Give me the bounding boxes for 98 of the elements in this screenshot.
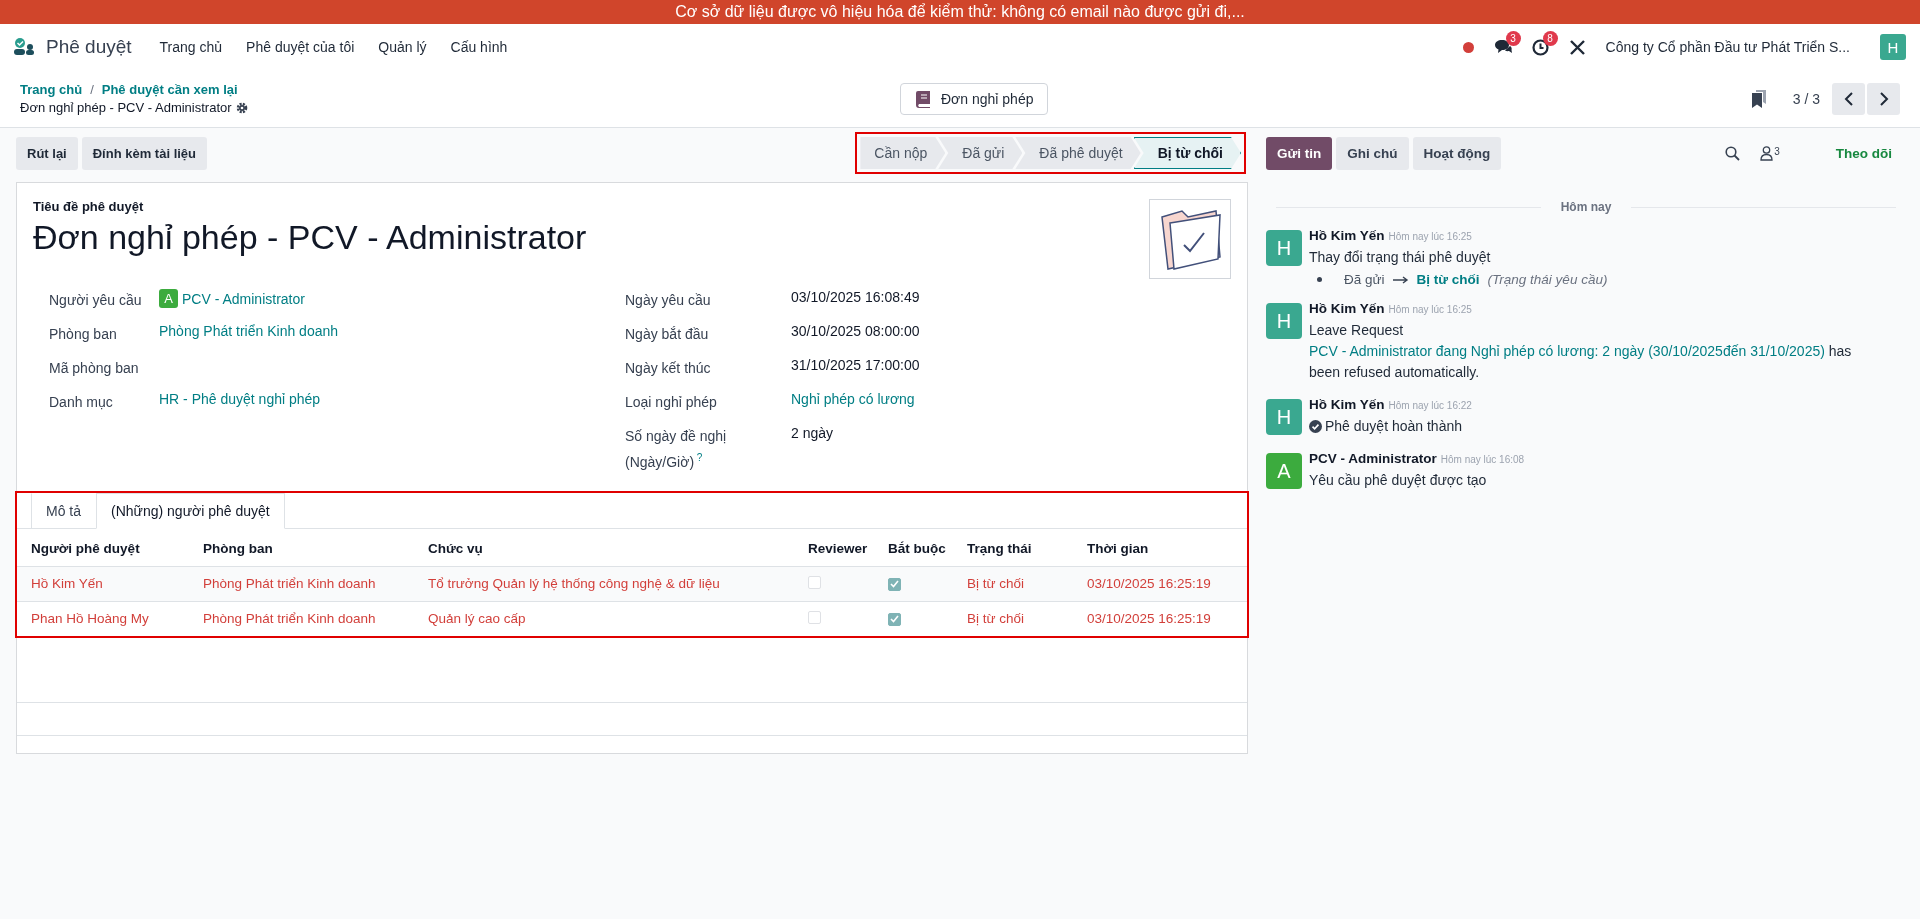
- search-icon[interactable]: [1725, 145, 1741, 161]
- book-icon: [915, 89, 931, 108]
- field-link[interactable]: HR - Phê duyệt nghỉ phép: [159, 391, 321, 407]
- message-text: Phê duyệt hoàn thành: [1325, 417, 1462, 436]
- field-name: (Trạng thái yêu cầu): [1487, 272, 1608, 287]
- chatter-button[interactable]: Ghi chú: [1336, 136, 1409, 170]
- column-header[interactable]: Phòng ban: [189, 528, 414, 567]
- menu-item[interactable]: Quản lý: [368, 33, 437, 61]
- clock-icon[interactable]: [1531, 38, 1549, 56]
- field-value: 30/10/2025 08:00:00: [791, 323, 920, 339]
- column-header[interactable]: Chức vụ: [414, 528, 794, 567]
- breadcrumb-link[interactable]: Trang chủ: [20, 82, 83, 97]
- chevron-right-icon: [1878, 91, 1889, 106]
- column-header[interactable]: Trạng thái: [953, 528, 1073, 567]
- chatter-button[interactable]: Gửi tin: [1266, 136, 1333, 170]
- avatar-icon: A: [159, 289, 178, 308]
- menu-item[interactable]: Trang chủ: [149, 33, 233, 61]
- table-cell: Phòng Phát triển Kinh doanh: [189, 566, 414, 602]
- bookmark-icon[interactable]: [1750, 89, 1767, 108]
- chatter-button[interactable]: Hoạt động: [1412, 136, 1502, 170]
- app-logo-icon[interactable]: [14, 38, 34, 56]
- status-stage[interactable]: Bị từ chối: [1133, 137, 1241, 169]
- field-label: Ngày kết thúc: [625, 359, 712, 378]
- table-cell: Quản lý cao cấp: [414, 601, 794, 636]
- old-value: Đã gửi: [1344, 272, 1385, 287]
- status-stage[interactable]: Đã phê duyệt: [1015, 137, 1141, 169]
- message-time: Hôm nay lúc 16:25: [1388, 231, 1472, 242]
- check-circle-icon: [1309, 420, 1322, 433]
- field-label: Loại nghỉ phép: [625, 393, 718, 412]
- field-label: Mã phòng ban: [49, 359, 140, 378]
- gear-icon[interactable]: [235, 101, 248, 114]
- menu-item[interactable]: Cấu hình: [440, 33, 518, 61]
- notification-badge: 8: [1542, 30, 1558, 46]
- breadcrumb-separator: /: [90, 82, 94, 97]
- status-dot-icon[interactable]: [1462, 41, 1474, 53]
- table-cell: Hồ Kim Yến: [17, 566, 189, 602]
- column-header[interactable]: Reviewer: [794, 528, 874, 567]
- chat-icon[interactable]: [1493, 39, 1512, 55]
- title-label: Tiêu đề phê duyệt: [33, 199, 145, 214]
- action-button[interactable]: Đính kèm tài liệu: [81, 136, 208, 170]
- new-value: Bị từ chối: [1416, 272, 1480, 287]
- author-name: PCV - Administrator: [1309, 451, 1437, 466]
- field-label: Ngày yêu cầu: [625, 291, 712, 310]
- status-stage[interactable]: Cần nộp: [860, 137, 946, 169]
- field-link[interactable]: Phòng Phát triển Kinh doanh: [159, 323, 339, 339]
- author-name: Hồ Kim Yến: [1309, 397, 1385, 412]
- field-link[interactable]: PCV - Administrator: [182, 290, 305, 307]
- checkbox[interactable]: [888, 612, 901, 626]
- app-name: Phê duyệt: [46, 36, 132, 58]
- message-time: Hôm nay lúc 16:22: [1388, 400, 1472, 411]
- bullet-icon: [1317, 277, 1322, 282]
- field-label: Người yêu cầu: [49, 291, 143, 310]
- message-text: Leave Request PCV - Administrator đang Nghỉ phép có lương: 2 ngày (30/10/2025đến 31/10/2025) has been refused automatically.: [1309, 321, 1853, 382]
- field-value: 03/10/2025 16:08:49: [791, 289, 920, 305]
- status-stage[interactable]: Đã gửi: [938, 137, 1023, 169]
- follower-count: 3: [1774, 145, 1780, 157]
- tab[interactable]: (Những) người phê duyệt: [96, 492, 285, 529]
- field-label: Ngày bắt đầu: [625, 325, 710, 344]
- message-time: Hôm nay lúc 16:25: [1388, 304, 1472, 315]
- table-cell: Bị từ chối: [953, 601, 1073, 636]
- author-name: Hồ Kim Yến: [1309, 301, 1385, 316]
- field-label: Số ngày đề nghị (Ngày/Giờ) $^{?}$: [625, 427, 728, 472]
- author-name: Hồ Kim Yến: [1309, 228, 1385, 243]
- message-text: Thay đổi trạng thái phê duyệt: [1309, 248, 1492, 267]
- follow-button[interactable]: Theo dõi: [1829, 144, 1898, 162]
- table-cell: Tổ trưởng Quản lý hệ thống công nghệ & dữ liệu: [414, 566, 794, 602]
- breadcrumb-link[interactable]: Phê duyệt cần xem lại: [101, 82, 238, 97]
- table-cell: 03/10/2025 16:25:19: [1073, 601, 1247, 636]
- date-separator: Hôm nay: [1560, 200, 1612, 214]
- message-text: Yêu cầu phê duyệt được tạo: [1309, 471, 1488, 490]
- table-cell: Phòng Phát triển Kinh doanh: [189, 601, 414, 636]
- menu-item[interactable]: Phê duyệt của tôi: [236, 33, 365, 61]
- record-title: Đơn nghỉ phép - PCV - Administrator: [20, 100, 232, 115]
- table-cell: Bị từ chối: [953, 566, 1073, 602]
- arrow-icon: [1392, 275, 1409, 284]
- field-value: 2 ngày: [791, 425, 834, 441]
- warning-banner: Cơ sở dữ liệu được vô hiệu hóa để kiểm thử: không có email nào được gửi đi,...: [0, 0, 1920, 24]
- smart-button[interactable]: Đơn nghỉ phép: [900, 82, 1049, 115]
- folder-check-icon[interactable]: [1149, 199, 1231, 279]
- table-cell: 03/10/2025 16:25:19: [1073, 566, 1247, 602]
- column-header[interactable]: Bắt buộc: [874, 528, 953, 567]
- message-time: Hôm nay lúc 16:08: [1440, 454, 1525, 465]
- previous-button[interactable]: [1832, 82, 1865, 115]
- table-cell: Phan Hồ Hoàng My: [17, 601, 189, 636]
- next-button[interactable]: [1867, 82, 1900, 115]
- field-value: 31/10/2025 17:00:00: [791, 357, 920, 373]
- checkbox[interactable]: [888, 577, 901, 591]
- person-icon[interactable]: [1760, 145, 1774, 161]
- pager-value[interactable]: 3 / 3: [1792, 90, 1820, 107]
- company-name[interactable]: Công ty Cổ phần Đầu tư Phát Triển S...: [1605, 39, 1850, 55]
- form-title: Đơn nghỉ phép - PCV - Administrator: [33, 218, 587, 257]
- column-header[interactable]: Người phê duyệt: [17, 528, 189, 567]
- column-header[interactable]: Thời gian: [1073, 528, 1247, 567]
- field-link[interactable]: Nghỉ phép có lương: [791, 391, 915, 407]
- action-button[interactable]: Rút lại: [16, 136, 78, 170]
- notification-badge: 3: [1505, 31, 1521, 46]
- chevron-left-icon: [1843, 91, 1854, 106]
- record-link[interactable]: PCV - Administrator đang Nghỉ phép có lương: 2 ngày (30/10/2025đến 31/10/2025): [1309, 343, 1825, 359]
